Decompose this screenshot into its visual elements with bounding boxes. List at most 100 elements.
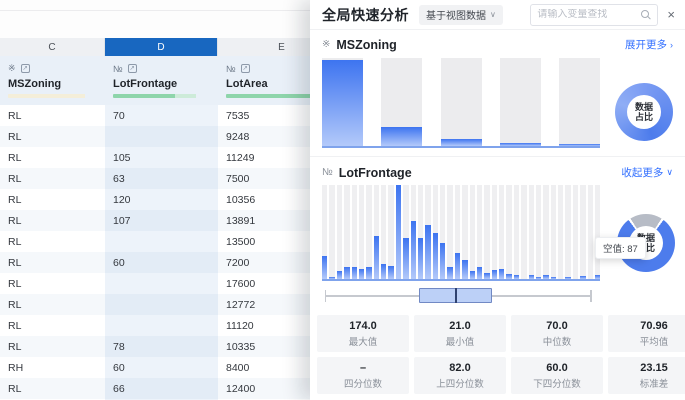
chart-bar[interactable] xyxy=(381,58,422,146)
table-cell[interactable] xyxy=(105,231,218,252)
chart-bar[interactable] xyxy=(484,185,489,279)
chart-bar[interactable] xyxy=(455,185,460,279)
table-cell[interactable]: 70 xyxy=(105,105,218,126)
chart-bar[interactable] xyxy=(403,185,408,279)
chart-bar[interactable] xyxy=(440,185,445,279)
chart-bar[interactable] xyxy=(543,185,548,279)
table-cell[interactable]: 107 xyxy=(105,210,218,231)
chart-bar[interactable] xyxy=(536,185,541,279)
table-row: RL12772 xyxy=(0,294,345,315)
chart-bar[interactable] xyxy=(322,58,363,146)
table-cell[interactable]: RL xyxy=(0,147,105,168)
table-cell[interactable]: RL xyxy=(0,231,105,252)
table-cell[interactable]: RL xyxy=(0,168,105,189)
chart-bar[interactable] xyxy=(499,185,504,279)
chart-bar[interactable] xyxy=(329,185,334,279)
chevron-down-icon: ∨ xyxy=(490,10,496,19)
chart-bar[interactable] xyxy=(396,185,401,279)
app-window: C D E ※ ↗ MSZoning № ↗ LotFrontage xyxy=(0,0,685,400)
field-name: MSZoning xyxy=(8,78,97,90)
chart-bar[interactable] xyxy=(433,185,438,279)
chart-bar[interactable] xyxy=(366,185,371,279)
variable-search-input[interactable] xyxy=(537,9,637,20)
sheet-top-spacer xyxy=(0,0,345,38)
chart-bar[interactable] xyxy=(558,185,563,279)
field-action-icon[interactable]: ↗ xyxy=(128,64,137,73)
field-action-icon[interactable]: ↗ xyxy=(241,64,250,73)
chart-bar[interactable] xyxy=(492,185,497,279)
table-cell[interactable]: RL xyxy=(0,294,105,315)
chart-bar[interactable] xyxy=(521,185,526,279)
table-cell[interactable]: 66 xyxy=(105,378,218,399)
stat-box: 21.0最小值 xyxy=(414,315,506,352)
chart-bar[interactable] xyxy=(529,185,534,279)
table-cell[interactable]: RL xyxy=(0,126,105,147)
chart-bar[interactable] xyxy=(500,58,541,146)
table-cell[interactable]: 78 xyxy=(105,336,218,357)
chart-bar[interactable] xyxy=(588,185,593,279)
table-cell[interactable]: RL xyxy=(0,273,105,294)
chart-bar[interactable] xyxy=(595,185,600,279)
table-cell[interactable]: 105 xyxy=(105,147,218,168)
chart-bar[interactable] xyxy=(559,58,600,146)
table-cell[interactable] xyxy=(105,294,218,315)
table-cell[interactable]: RL xyxy=(0,105,105,126)
close-icon[interactable]: × xyxy=(667,8,675,21)
table-cell[interactable]: 63 xyxy=(105,168,218,189)
mszoning-chart[interactable] xyxy=(322,58,600,148)
chart-bar[interactable] xyxy=(352,185,357,279)
chart-bar[interactable] xyxy=(477,185,482,279)
table-cell[interactable]: RL xyxy=(0,378,105,399)
table-cell[interactable]: RL xyxy=(0,210,105,231)
chart-bar[interactable] xyxy=(388,185,393,279)
table-cell[interactable]: 60 xyxy=(105,357,218,378)
table-cell[interactable]: 120 xyxy=(105,189,218,210)
column-letter-row: C D E xyxy=(0,38,345,56)
table-row: RL637500 xyxy=(0,168,345,189)
variable-search-box[interactable] xyxy=(530,4,658,26)
chart-bar[interactable] xyxy=(411,185,416,279)
table-row: RH608400 xyxy=(0,357,345,378)
chart-bar[interactable] xyxy=(441,58,482,146)
chart-bar[interactable] xyxy=(470,185,475,279)
table-cell[interactable] xyxy=(105,126,218,147)
table-cell[interactable] xyxy=(105,315,218,336)
chart-bar[interactable] xyxy=(462,185,467,279)
mszoning-donut[interactable]: 数据占比 xyxy=(615,83,673,141)
chart-bar[interactable] xyxy=(381,185,386,279)
field-header-mszoning[interactable]: ※ ↗ MSZoning xyxy=(0,56,105,105)
table-row: RL10713891 xyxy=(0,210,345,231)
table-cell[interactable] xyxy=(105,273,218,294)
chart-bar[interactable] xyxy=(551,185,556,279)
table-cell[interactable]: RL xyxy=(0,252,105,273)
column-header-c[interactable]: C xyxy=(0,38,105,56)
chart-bar[interactable] xyxy=(506,185,511,279)
chart-bar[interactable] xyxy=(418,185,423,279)
field-action-icon[interactable]: ↗ xyxy=(21,64,30,73)
field-header-lotfrontage[interactable]: № ↗ LotFrontage xyxy=(105,56,218,105)
table-cell[interactable]: RH xyxy=(0,357,105,378)
boxplot-max-tick xyxy=(590,290,592,302)
chart-bar[interactable] xyxy=(359,185,364,279)
chart-bar[interactable] xyxy=(514,185,519,279)
expand-more-link[interactable]: 展开更多 › xyxy=(625,37,673,52)
chart-bar[interactable] xyxy=(374,185,379,279)
stat-box: 70.0中位数 xyxy=(511,315,603,352)
collapse-more-link[interactable]: 收起更多 ∨ xyxy=(621,165,673,180)
chart-bar[interactable] xyxy=(573,185,578,279)
chart-bar[interactable] xyxy=(337,185,342,279)
stat-box: 23.15标准差 xyxy=(608,357,685,394)
column-header-d-selected[interactable]: D xyxy=(105,38,218,56)
table-cell[interactable]: RL xyxy=(0,189,105,210)
data-scope-dropdown[interactable]: 基于视图数据 ∨ xyxy=(419,5,503,25)
chart-bar[interactable] xyxy=(447,185,452,279)
table-cell[interactable]: 60 xyxy=(105,252,218,273)
table-cell[interactable]: RL xyxy=(0,336,105,357)
lotfrontage-histogram[interactable] xyxy=(322,185,600,281)
table-cell[interactable]: RL xyxy=(0,315,105,336)
chart-bar[interactable] xyxy=(425,185,430,279)
chart-bar[interactable] xyxy=(344,185,349,279)
chart-bar[interactable] xyxy=(322,185,327,279)
chart-bar[interactable] xyxy=(580,185,585,279)
chart-bar[interactable] xyxy=(565,185,570,279)
